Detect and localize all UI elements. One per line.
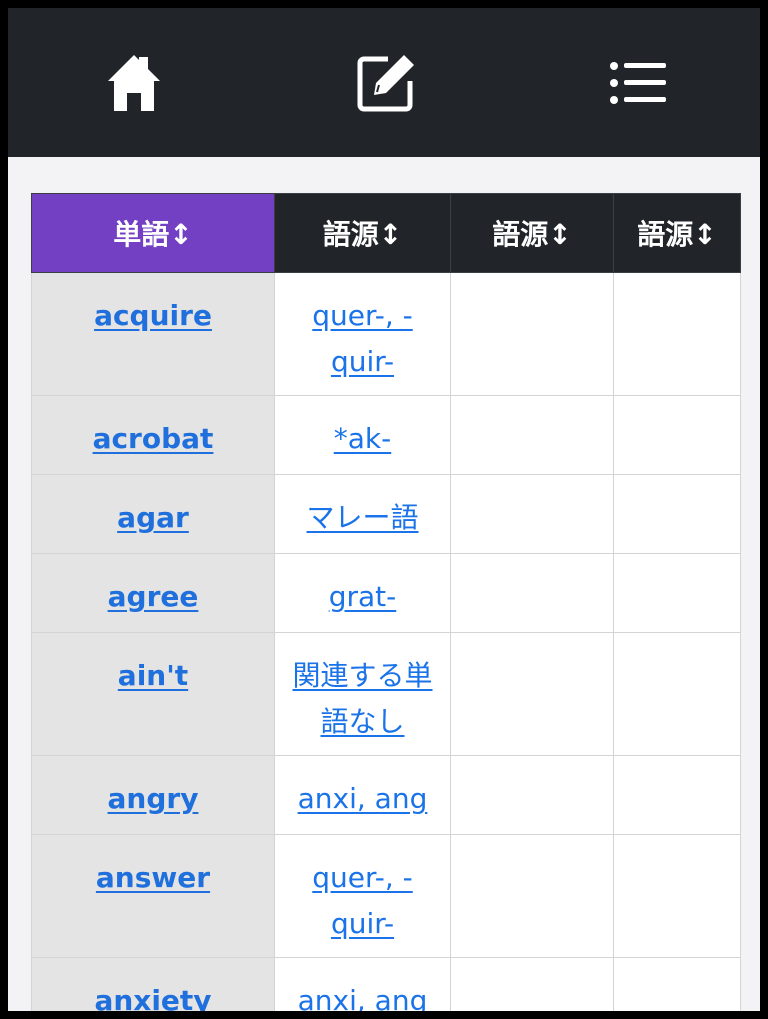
edit-button[interactable]: [351, 48, 421, 118]
header-root-3-sort[interactable]: 語源↕: [613, 193, 741, 273]
word-link[interactable]: acquire: [94, 299, 212, 332]
etymology-table: 単語↕ 語源↕ 語源↕ 語源↕ acquire quer-, -quir- ac…: [31, 193, 741, 1011]
root-cell: [450, 272, 614, 396]
table-row: anxiety anxi, ang: [31, 957, 741, 1011]
table-row: ain't 関連する単語なし: [31, 632, 741, 756]
word-link[interactable]: angry: [108, 782, 199, 815]
root-cell: [613, 474, 741, 554]
menu-button[interactable]: [603, 48, 673, 118]
root-cell: マレー語: [274, 474, 451, 554]
root-cell: [450, 755, 614, 835]
root-cell: *ak-: [274, 395, 451, 475]
table-row: acrobat *ak-: [31, 395, 741, 475]
word-cell: acrobat: [31, 395, 275, 475]
root-cell: anxi, ang: [274, 957, 451, 1011]
root-link[interactable]: quer-, -quir-: [312, 299, 412, 378]
root-cell: [450, 395, 614, 475]
word-cell: anxiety: [31, 957, 275, 1011]
word-link[interactable]: agar: [117, 501, 189, 534]
root-cell: [613, 272, 741, 396]
root-cell: [613, 834, 741, 958]
root-cell: [450, 834, 614, 958]
word-link[interactable]: agree: [108, 580, 199, 613]
home-button[interactable]: [99, 48, 169, 118]
header-root-1-sort[interactable]: 語源↕: [274, 193, 451, 273]
table-row: agar マレー語: [31, 474, 741, 554]
root-cell: 関連する単語なし: [274, 632, 451, 756]
top-nav-bar: [8, 8, 760, 157]
root-cell: quer-, -quir-: [274, 834, 451, 958]
word-cell: acquire: [31, 272, 275, 396]
root-cell: [613, 632, 741, 756]
root-link[interactable]: マレー語: [306, 501, 418, 534]
root-cell: [613, 395, 741, 475]
app-frame: 単語↕ 語源↕ 語源↕ 語源↕ acquire quer-, -quir- ac…: [8, 8, 760, 1011]
root-cell: quer-, -quir-: [274, 272, 451, 396]
root-cell: [450, 632, 614, 756]
header-word-sort[interactable]: 単語↕: [31, 193, 275, 273]
table-header-row: 単語↕ 語源↕ 語源↕ 語源↕: [31, 193, 741, 273]
word-link[interactable]: answer: [96, 861, 210, 894]
table-row: agree grat-: [31, 553, 741, 633]
word-cell: agree: [31, 553, 275, 633]
word-cell: agar: [31, 474, 275, 554]
word-link[interactable]: ain't: [118, 659, 188, 692]
main-content: 単語↕ 語源↕ 語源↕ 語源↕ acquire quer-, -quir- ac…: [8, 157, 760, 1011]
root-cell: [613, 957, 741, 1011]
root-link[interactable]: 関連する単語なし: [292, 659, 432, 738]
root-cell: [450, 553, 614, 633]
home-icon: [106, 53, 162, 113]
word-cell: ain't: [31, 632, 275, 756]
table-row: angry anxi, ang: [31, 755, 741, 835]
word-cell: answer: [31, 834, 275, 958]
edit-icon: [356, 53, 416, 113]
root-link[interactable]: anxi, ang: [298, 984, 428, 1011]
header-root-2-sort[interactable]: 語源↕: [450, 193, 614, 273]
word-cell: angry: [31, 755, 275, 835]
root-link[interactable]: grat-: [329, 580, 397, 613]
root-cell: [450, 474, 614, 554]
list-icon: [610, 61, 666, 105]
root-link[interactable]: quer-, -quir-: [312, 861, 412, 940]
root-cell: [613, 755, 741, 835]
root-cell: grat-: [274, 553, 451, 633]
root-link[interactable]: *ak-: [334, 422, 391, 455]
root-link[interactable]: anxi, ang: [298, 782, 428, 815]
word-link[interactable]: anxiety: [94, 984, 211, 1011]
root-cell: [450, 957, 614, 1011]
table-row: answer quer-, -quir-: [31, 834, 741, 958]
root-cell: anxi, ang: [274, 755, 451, 835]
word-link[interactable]: acrobat: [93, 422, 214, 455]
table-row: acquire quer-, -quir-: [31, 272, 741, 396]
root-cell: [613, 553, 741, 633]
